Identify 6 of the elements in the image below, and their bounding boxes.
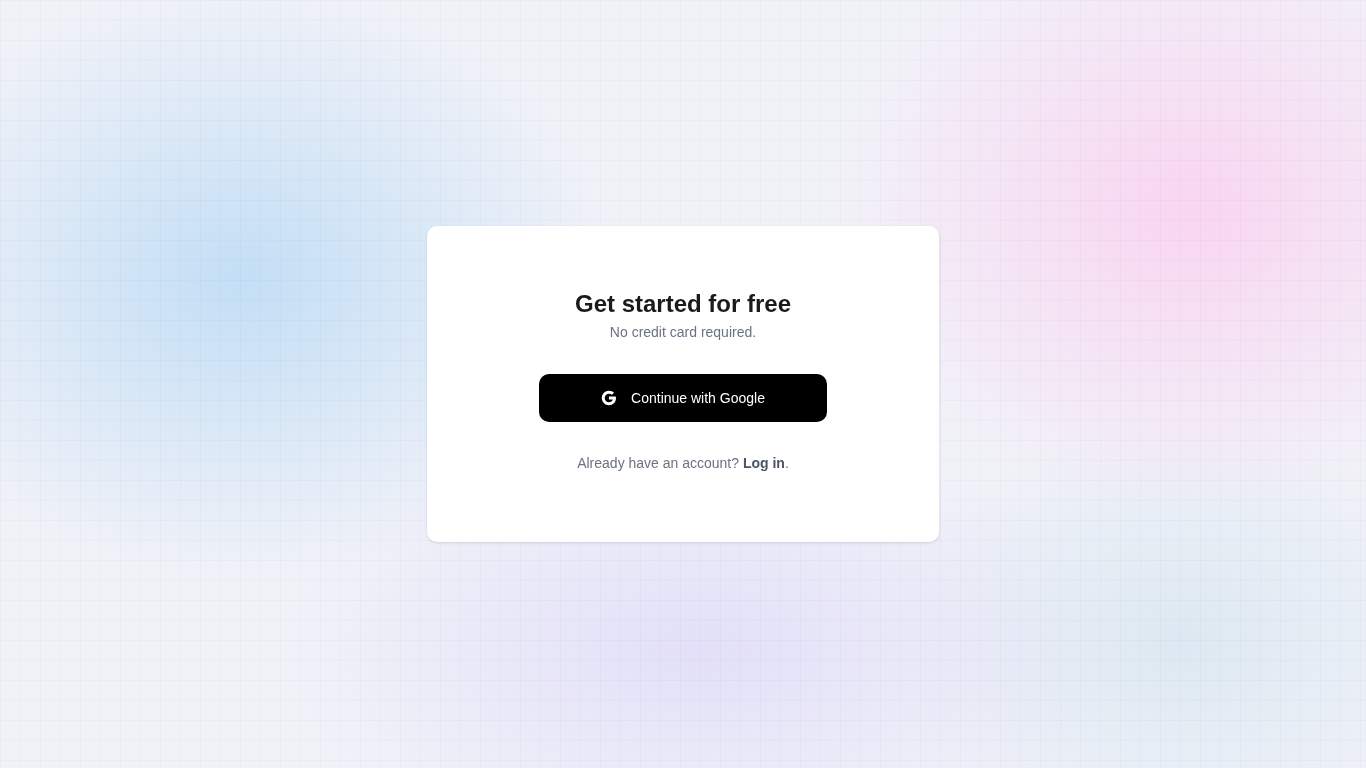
login-link[interactable]: Log in — [742, 455, 785, 471]
heading: Get started for free — [574, 290, 792, 318]
login-prompt: Already have an account? Log in. — [577, 455, 789, 471]
google-sign-in-button[interactable]: Continue with Google — [539, 374, 827, 422]
google-icon — [601, 390, 618, 406]
subtitle: No credit card required. — [609, 324, 757, 340]
